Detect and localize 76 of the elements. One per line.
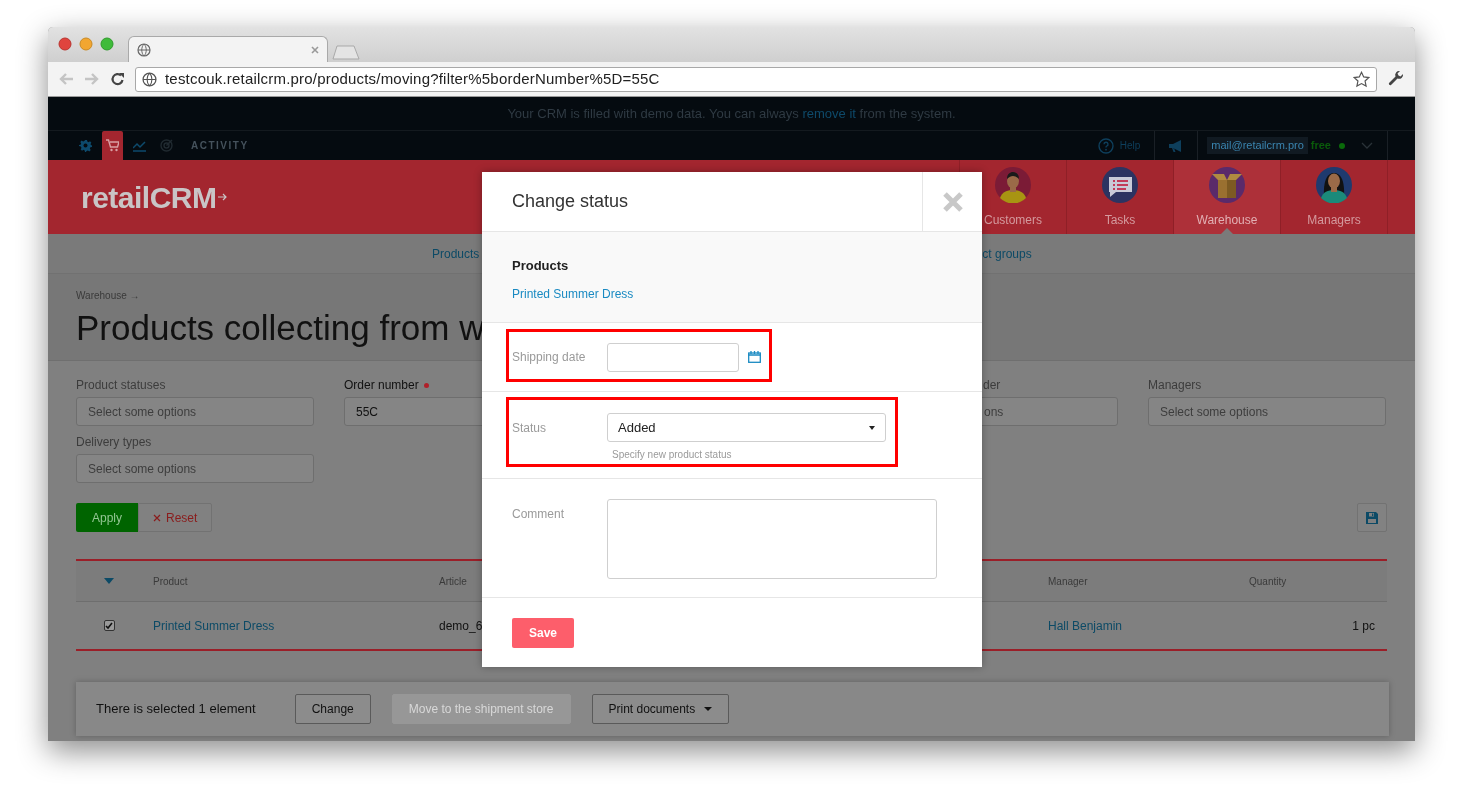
column-header[interactable]: Article [439, 575, 467, 587]
close-icon [153, 513, 162, 522]
wrench-icon[interactable] [1387, 70, 1405, 88]
field-label: Comment [512, 506, 565, 523]
star-icon[interactable] [1353, 70, 1370, 88]
filter-field[interactable]: Select some options [76, 454, 314, 483]
cart-icon [106, 139, 119, 152]
module-tab[interactable] [102, 131, 123, 160]
field-label: Shipping date [512, 349, 587, 366]
status-dot-icon [1339, 142, 1345, 149]
product-link[interactable]: Printed Summer Dress [512, 284, 634, 303]
logo[interactable]: retailCRM [81, 174, 217, 220]
nav-item[interactable]: Managers [1280, 160, 1387, 234]
status-dropdown[interactable]: Added [607, 413, 886, 442]
subnav-link[interactable]: ct groups [982, 244, 1032, 263]
column-header[interactable]: Quantity [1249, 575, 1287, 587]
subnav-link[interactable]: Products [432, 244, 480, 263]
save-button[interactable]: Save [512, 617, 575, 648]
hint-text: Specify new product status [612, 448, 733, 462]
action-button: Move to the shipment store [391, 694, 571, 724]
product-link[interactable]: Printed Summer Dress [153, 618, 275, 633]
reload-icon[interactable] [110, 71, 125, 87]
filter-label: Delivery types [76, 434, 152, 451]
close-icon[interactable] [311, 45, 319, 54]
caret-down-icon [869, 425, 875, 430]
box-icon [1209, 167, 1245, 203]
back-icon[interactable] [58, 72, 74, 86]
globe-icon [142, 71, 157, 87]
comment-field[interactable] [607, 499, 937, 579]
close-icon [941, 190, 964, 213]
globe-icon [137, 42, 151, 57]
browser-tab[interactable] [128, 36, 328, 62]
person-avatar-icon [995, 167, 1031, 203]
target-icon [160, 139, 173, 152]
help-link[interactable]: Help [1119, 138, 1141, 153]
chevron-down-icon[interactable] [1361, 142, 1373, 149]
gear-icon [79, 139, 92, 152]
remove-link[interactable]: remove it [802, 105, 856, 121]
account-email[interactable]: mail@retailcrm.pro [1207, 137, 1308, 154]
filter-label: Product statuses [76, 377, 166, 394]
new-tab-icon[interactable] [332, 44, 360, 60]
save-view-button[interactable] [1357, 503, 1387, 532]
filter-label: der [983, 377, 1001, 394]
filter-label: Order number [344, 377, 419, 394]
chart-icon [133, 139, 146, 152]
table-cell-text: 1 pc [1352, 617, 1375, 635]
action-button[interactable]: Change [294, 694, 371, 724]
filter-field[interactable]: Select some options [1148, 397, 1386, 426]
section-heading: Products [512, 257, 570, 275]
dialog-title: Change status [511, 190, 629, 213]
column-header[interactable]: Manager [1048, 575, 1088, 587]
caret-down-icon[interactable] [104, 578, 114, 584]
column-header[interactable]: Product [153, 575, 188, 587]
speech-bubble-icon [1102, 167, 1138, 203]
address-field[interactable]: testcouk.retailcrm.pro/products/moving?filter%5borderNumber%5D=55C [135, 66, 1377, 92]
plan-label: free [1310, 138, 1331, 154]
reset-button[interactable]: Reset [138, 503, 213, 532]
checkbox[interactable] [103, 620, 115, 631]
date-field[interactable] [607, 342, 739, 372]
url-text: testcouk.retailcrm.pro/products/moving?filter%5borderNumber%5D=55C [165, 68, 660, 89]
table-cell: demo_6 [439, 618, 483, 633]
nav-item[interactable]: Warehouse [1173, 160, 1280, 234]
filter-label: Managers [1148, 377, 1202, 394]
breadcrumb[interactable]: Warehouse → [76, 290, 140, 302]
filter-field[interactable]: Select some options [76, 397, 314, 426]
help-icon[interactable] [1097, 137, 1114, 154]
action-button[interactable]: Print documents [591, 694, 730, 724]
apply-button[interactable]: Apply [76, 503, 139, 532]
calendar-icon[interactable] [748, 351, 761, 363]
person-avatar-icon [1316, 167, 1352, 203]
selection-count: There is selected 1 element [96, 700, 256, 719]
forward-icon[interactable] [84, 72, 100, 86]
activity-label[interactable]: ACTIVITY [191, 138, 249, 153]
window-controls-icon[interactable] [58, 37, 116, 51]
arrow-icon [217, 193, 228, 201]
manager-link[interactable]: Hall Benjamin [1048, 618, 1123, 633]
